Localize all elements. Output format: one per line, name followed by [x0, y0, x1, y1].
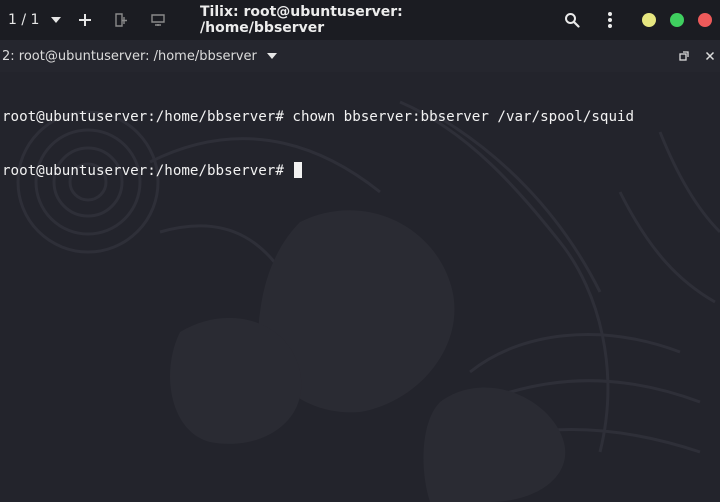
window-title: Tilix: root@ubuntuserver: /home/bbserver	[200, 4, 403, 36]
split-down-icon	[151, 14, 165, 26]
title-bar: 1 / 1 Tilix: root@ubuntuserver: /home/bb…	[0, 0, 720, 40]
search-icon	[565, 13, 580, 28]
terminal-line: root@ubuntuserver:/home/bbserver# chown …	[2, 109, 635, 125]
maximize-icon	[670, 13, 684, 27]
add-icon	[79, 14, 91, 26]
search-button[interactable]	[560, 0, 584, 40]
tilix-window: 1 / 1 Tilix: root@ubuntuserver: /home/bb…	[0, 0, 720, 502]
chevron-down-icon	[51, 17, 62, 23]
menu-button[interactable]	[600, 0, 620, 40]
close-button[interactable]	[697, 0, 713, 40]
minimize-button[interactable]	[641, 0, 657, 40]
close-pane-icon	[705, 51, 715, 61]
terminal-prompt-line: root@ubuntuserver:/home/bbserver#	[2, 162, 634, 180]
split-right-icon	[115, 13, 127, 27]
close-icon	[698, 13, 712, 27]
add-terminal-button[interactable]	[74, 0, 96, 40]
close-pane-button[interactable]	[700, 40, 720, 72]
terminal-view[interactable]: root@ubuntuserver:/home/bbserver# chown …	[0, 72, 720, 502]
split-down-button[interactable]	[146, 0, 170, 40]
terminal-prompt: root@ubuntuserver:/home/bbserver#	[2, 163, 293, 179]
menu-icon	[608, 12, 612, 28]
maximize-pane-button[interactable]	[674, 40, 694, 72]
session-switcher[interactable]: 1 / 1	[8, 0, 64, 40]
terminal-pane-header: 2: root@ubuntuserver: /home/bbserver	[0, 40, 720, 72]
minimize-icon	[642, 13, 656, 27]
pane-title-button[interactable]: 2: root@ubuntuserver: /home/bbserver	[2, 40, 277, 72]
chevron-down-icon	[266, 53, 277, 59]
split-right-button[interactable]	[110, 0, 132, 40]
terminal-output: root@ubuntuserver:/home/bbserver# chown …	[2, 72, 634, 216]
maximize-pane-icon	[679, 51, 689, 61]
session-counter-label: 1 / 1	[8, 12, 40, 28]
text-cursor	[294, 162, 303, 178]
pane-title: 2: root@ubuntuserver: /home/bbserver	[2, 48, 257, 64]
maximize-button[interactable]	[669, 0, 685, 40]
